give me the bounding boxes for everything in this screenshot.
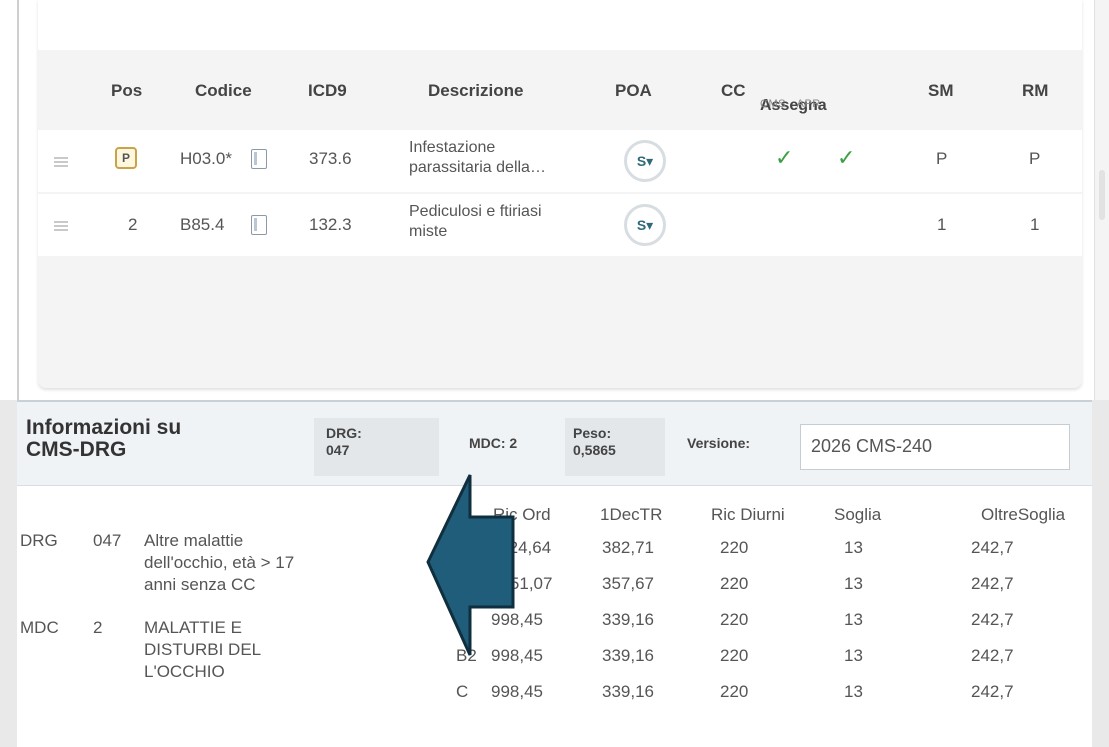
header-descrizione[interactable]: Descrizione (428, 81, 523, 101)
versione-input[interactable]: 2026 CMS-240 (800, 424, 1070, 470)
header-pos[interactable]: Pos (111, 81, 142, 101)
cell-1dectr: 339,16 (602, 682, 654, 701)
pos-cell: 2 (128, 215, 138, 234)
document-icon[interactable] (251, 149, 267, 169)
drg-line-label: DRG (20, 531, 58, 550)
info-title-line: CMS-DRG (26, 438, 127, 461)
descrizione-line: Infestazione (409, 139, 496, 156)
sm-cell: 1 (937, 215, 947, 234)
header-poa[interactable]: POA (615, 81, 652, 101)
cell-soglia: 13 (844, 646, 863, 665)
drag-handle-icon[interactable] (54, 157, 68, 167)
col-soglia: Soglia (834, 505, 882, 524)
cell-ric-diurni: 220 (720, 574, 749, 593)
cell-oltresoglia: 242,7 (971, 646, 1014, 665)
drg-line-code: 047 (93, 531, 122, 550)
cell-1dectr: 382,71 (602, 538, 654, 557)
cell-ric-diurni: 220 (720, 538, 749, 557)
mdc-label: MDC: 2 (469, 435, 518, 451)
icd9-cell: 132.3 (309, 215, 352, 234)
cell-oltresoglia: 242,7 (971, 538, 1014, 557)
table-row[interactable]: 2 B85.4 132.3 Pediculosi e ftiriasi mist… (38, 194, 1082, 256)
col-oltresoglia: OltreSoglia (981, 505, 1066, 524)
drg-desc-line: dell'occhio, età > 17 (144, 553, 295, 572)
drg-desc-line: anni senza CC (144, 575, 256, 594)
poa-dropdown[interactable]: S▾ (624, 204, 666, 246)
panel-divider (17, 0, 19, 400)
descrizione-line: Pediculosi e ftiriasi (409, 203, 542, 220)
scrollbar-thumb[interactable] (1099, 170, 1105, 220)
header-codice[interactable]: Codice (195, 81, 252, 101)
cell-soglia: 13 (844, 574, 863, 593)
drg-label-text: DRG: (326, 425, 362, 441)
cell-oltresoglia: 242,7 (971, 574, 1014, 593)
table-row[interactable]: P H03.0* 373.6 Infestazione parassitaria… (38, 130, 1082, 192)
drg-info-panel: Informazioni su CMS-DRG DRG: 047 MDC: 2 … (17, 400, 1092, 747)
mdc-desc-line: DISTURBI DEL (144, 640, 262, 659)
drag-handle-icon[interactable] (54, 221, 68, 231)
mdc-desc-line: L'OCCHIO (144, 662, 225, 681)
row-label: C (456, 682, 469, 701)
poa-dropdown[interactable]: S▾ (624, 140, 666, 182)
cell-ric-diurni: 220 (720, 682, 749, 701)
cell-1dectr: 339,16 (602, 610, 654, 629)
info-title-line: Informazioni su (26, 416, 182, 439)
drg-info-header: Informazioni su CMS-DRG DRG: 047 MDC: 2 … (17, 400, 1092, 486)
cell-soglia: 13 (844, 538, 863, 557)
poa-value: S (636, 153, 647, 169)
drg-desc-line: Altre malattie (144, 531, 244, 550)
grid-header-row: Pos Codice ICD9 Descrizione POA CC Asseg… (38, 50, 1082, 130)
vertical-scrollbar[interactable] (1094, 0, 1109, 400)
col-1dectr: 1DecTR (600, 505, 663, 524)
descrizione-line: parassitaria della… (409, 159, 546, 176)
document-icon[interactable] (251, 215, 267, 235)
cell-soglia: 13 (844, 610, 863, 629)
cell-1dectr: 357,67 (602, 574, 654, 593)
header-cc[interactable]: CC (721, 81, 746, 101)
grid-toolbar-area (38, 0, 1082, 50)
annotation-arrow-icon (426, 474, 515, 656)
descrizione-line: miste (409, 223, 448, 240)
rm-cell: 1 (1030, 215, 1040, 234)
principal-diagnosis-badge: P (115, 147, 137, 169)
drg-value: 047 (326, 442, 350, 458)
versione-label: Versione: (687, 435, 751, 451)
cell-oltresoglia: 242,7 (971, 682, 1014, 701)
mdc-line-label: MDC (20, 618, 59, 637)
sm-cell: P (936, 149, 948, 168)
mdc-desc-line: MALATTIE E (144, 618, 242, 637)
icd9-cell: 373.6 (309, 149, 352, 168)
descrizione-cell: Infestazione parassitaria della… (409, 138, 546, 178)
header-icd9[interactable]: ICD9 (308, 81, 347, 101)
mdc-line-code: 2 (93, 618, 103, 637)
apr-check-icon: ✓ (837, 145, 856, 170)
cell-oltresoglia: 242,7 (971, 610, 1014, 629)
peso-label-text: Peso: (573, 425, 612, 441)
rm-cell: P (1029, 149, 1041, 168)
col-ric-diurni: Ric Diurni (711, 505, 785, 524)
header-apr: APR (796, 98, 821, 110)
header-rm[interactable]: RM (1022, 81, 1048, 101)
cms-check-icon: ✓ (775, 145, 794, 170)
drg-label: DRG: 047 (326, 425, 362, 459)
peso-value: 0,5865 (573, 442, 616, 458)
header-sm[interactable]: SM (928, 81, 954, 101)
poa-value: S (636, 217, 647, 233)
cell-ric-diurni: 220 (720, 610, 749, 629)
cell-ric-ord: 998,45 (491, 682, 543, 701)
cell-ric-diurni: 220 (720, 646, 749, 665)
descrizione-cell: Pediculosi e ftiriasi miste (409, 202, 542, 242)
header-cms: CMS (760, 98, 786, 110)
header-assegna-sub: CMS APR (760, 98, 821, 110)
cell-soglia: 13 (844, 682, 863, 701)
codice-cell: H03.0* (180, 149, 232, 168)
cell-1dectr: 339,16 (602, 646, 654, 665)
diagnosis-grid: Pos Codice ICD9 Descrizione POA CC Asseg… (38, 0, 1082, 388)
diagnosis-grid-panel: Pos Codice ICD9 Descrizione POA CC Asseg… (0, 0, 1109, 400)
info-title: Informazioni su CMS-DRG (26, 417, 246, 461)
codice-cell: B85.4 (180, 215, 225, 234)
peso-label: Peso: 0,5865 (573, 425, 616, 459)
